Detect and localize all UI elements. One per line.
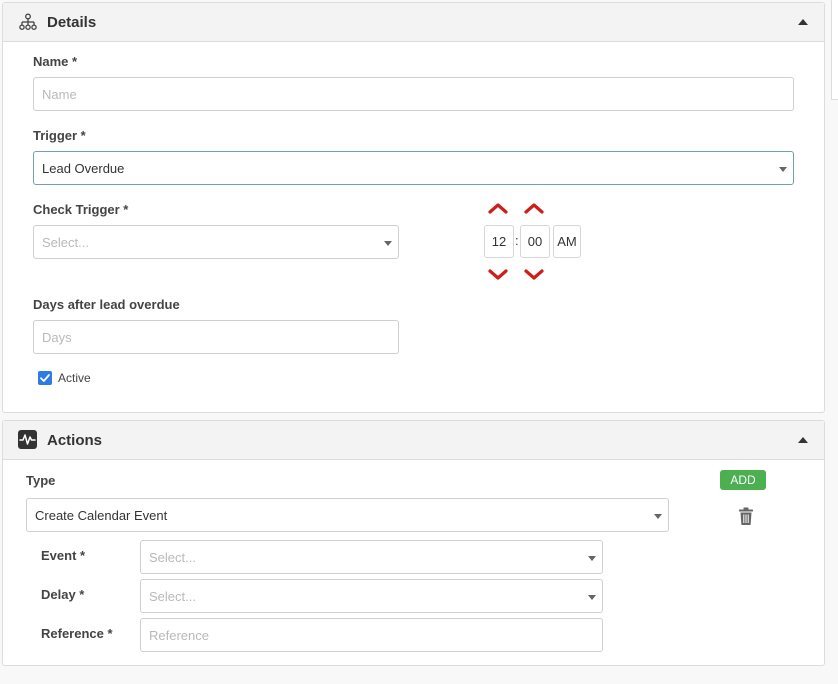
- name-label: Name *: [33, 54, 78, 69]
- chevron-down-icon: [384, 241, 392, 246]
- minute-decrement-icon[interactable]: [523, 268, 545, 282]
- hour-increment-icon[interactable]: [487, 201, 509, 215]
- collapse-caret-icon[interactable]: [798, 19, 808, 25]
- collapse-caret-icon[interactable]: [798, 437, 808, 443]
- reference-label: Reference *: [41, 626, 113, 641]
- active-label: Active: [58, 371, 91, 385]
- minute-increment-icon[interactable]: [523, 201, 545, 215]
- trigger-label: Trigger *: [33, 128, 86, 143]
- details-title: Details: [47, 14, 97, 31]
- minute-input[interactable]: 00: [520, 225, 550, 258]
- event-select[interactable]: Select...: [140, 540, 603, 574]
- activity-icon: [18, 430, 37, 449]
- time-separator: :: [515, 233, 519, 248]
- type-label: Type: [26, 473, 56, 488]
- meridian-toggle[interactable]: AM: [553, 225, 581, 258]
- chevron-down-icon: [588, 556, 596, 561]
- days-input[interactable]: [33, 320, 399, 354]
- name-input[interactable]: [33, 77, 794, 111]
- check-trigger-select[interactable]: Select...: [33, 225, 399, 259]
- trash-icon[interactable]: [738, 507, 754, 526]
- event-label: Event *: [41, 548, 86, 563]
- trigger-select-value: Lead Overdue: [42, 161, 125, 176]
- trigger-select[interactable]: Lead Overdue: [33, 151, 794, 185]
- reference-input[interactable]: [140, 618, 603, 652]
- hour-input[interactable]: 12: [484, 225, 514, 258]
- chevron-down-icon: [779, 167, 787, 172]
- delay-select[interactable]: Select...: [140, 579, 603, 613]
- type-select[interactable]: Create Calendar Event: [26, 498, 669, 532]
- actions-panel: Actions Type Create Calendar Event Event…: [2, 420, 825, 666]
- details-header[interactable]: Details: [3, 3, 824, 42]
- adjacent-panel-edge: [831, 0, 838, 100]
- chevron-down-icon: [654, 514, 662, 519]
- check-trigger-placeholder: Select...: [42, 235, 89, 250]
- hour-decrement-icon[interactable]: [487, 268, 509, 282]
- sitemap-icon: [19, 13, 37, 31]
- actions-title: Actions: [47, 432, 103, 449]
- add-action-button[interactable]: ADD: [720, 470, 766, 490]
- days-label: Days after lead overdue: [33, 297, 180, 312]
- type-select-value: Create Calendar Event: [35, 508, 168, 523]
- details-panel: Details Name * Trigger * Lead Overdue Ch…: [2, 2, 825, 413]
- delay-label: Delay *: [41, 587, 85, 602]
- chevron-down-icon: [588, 595, 596, 600]
- delay-placeholder: Select...: [149, 589, 196, 604]
- actions-header[interactable]: Actions: [3, 421, 824, 460]
- event-placeholder: Select...: [149, 550, 196, 565]
- check-trigger-label: Check Trigger *: [33, 202, 129, 217]
- active-checkbox[interactable]: [38, 371, 52, 385]
